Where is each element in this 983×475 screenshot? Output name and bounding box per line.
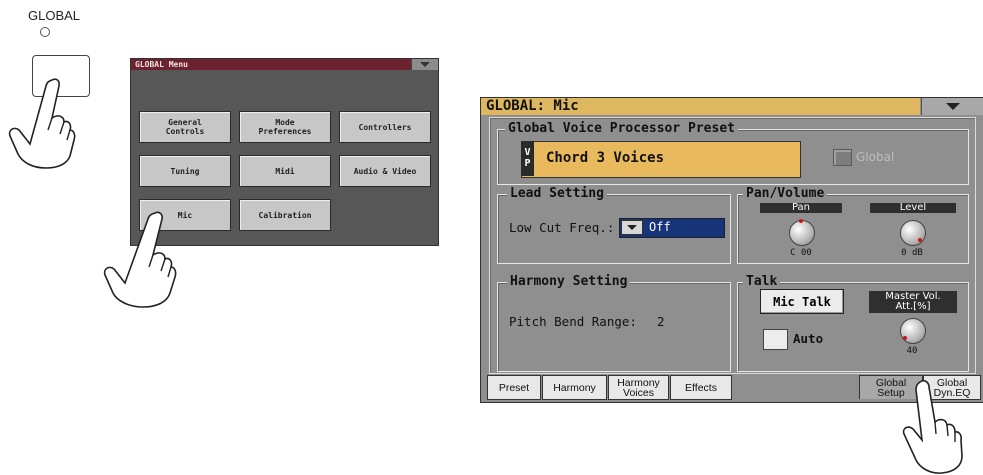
auto-checkbox[interactable]	[763, 329, 788, 350]
tab-harmony[interactable]: Harmony	[542, 375, 607, 400]
tab-preset[interactable]: Preset	[487, 375, 541, 400]
global-mic-screen: GLOBAL: Mic Global Voice Processor Prese…	[480, 97, 983, 403]
page-title: GLOBAL: Mic	[481, 98, 920, 115]
menu-mode-preferences-button[interactable]: Mode Preferences	[239, 111, 331, 143]
menu-audio-video-button[interactable]: Audio & Video	[339, 155, 431, 187]
pan-label: Pan	[760, 203, 842, 213]
level-knob[interactable]	[900, 220, 926, 246]
auto-label: Auto	[793, 331, 824, 346]
vp-badge: V P	[521, 141, 534, 176]
global-checkbox-label: Global	[856, 150, 895, 164]
menu-controllers-button[interactable]: Controllers	[339, 111, 431, 143]
pan-value: C 00	[790, 248, 812, 258]
pan-volume-title: Pan/Volume	[743, 187, 828, 201]
global-hardware-label: GLOBAL	[28, 8, 81, 23]
pan-knob-indicator	[799, 219, 803, 223]
lead-setting-title: Lead Setting	[507, 187, 607, 201]
pan-knob[interactable]	[789, 220, 815, 246]
menu-tuning-button[interactable]: Tuning	[139, 155, 231, 187]
global-checkbox[interactable]	[833, 149, 852, 166]
low-cut-value: Off	[649, 220, 671, 234]
global-led-indicator	[40, 27, 50, 37]
master-att-knob[interactable]	[900, 318, 926, 344]
preset-section-title: Global Voice Processor Preset	[505, 122, 738, 136]
level-knob-indicator	[918, 238, 922, 242]
menu-midi-button[interactable]: Midi	[239, 155, 331, 187]
harmony-setting-title: Harmony Setting	[507, 275, 631, 289]
master-att-knob-indicator	[903, 336, 907, 340]
mic-talk-button[interactable]: Mic Talk	[760, 289, 844, 314]
tab-effects[interactable]: Effects	[670, 375, 732, 400]
chevron-down-icon[interactable]	[621, 220, 643, 235]
level-label: Level	[870, 203, 956, 213]
preset-name: Chord 3 Voices	[546, 150, 665, 166]
pitch-bend-label: Pitch Bend Range:	[509, 314, 637, 329]
level-value: 0 dB	[901, 248, 923, 258]
menu-dropdown-button[interactable]	[411, 59, 438, 70]
page-menu-dropdown-button[interactable]	[921, 98, 983, 115]
tab-harmony-voices[interactable]: Harmony Voices	[608, 375, 669, 400]
low-cut-label: Low Cut Freq.:	[509, 220, 615, 235]
master-att-label: Master Vol. Att.[%]	[869, 291, 957, 313]
global-menu-title: GLOBAL Menu	[131, 59, 412, 70]
talk-title: Talk	[743, 275, 781, 289]
master-att-value: 40	[906, 346, 918, 356]
pointing-hand-icon	[103, 211, 177, 308]
menu-calibration-button[interactable]: Calibration	[239, 199, 331, 231]
pointing-hand-icon	[8, 78, 76, 169]
pitch-bend-value[interactable]: 2	[657, 314, 665, 329]
pointing-hand-icon	[902, 380, 963, 474]
menu-general-controls-button[interactable]: General Controls	[139, 111, 231, 143]
